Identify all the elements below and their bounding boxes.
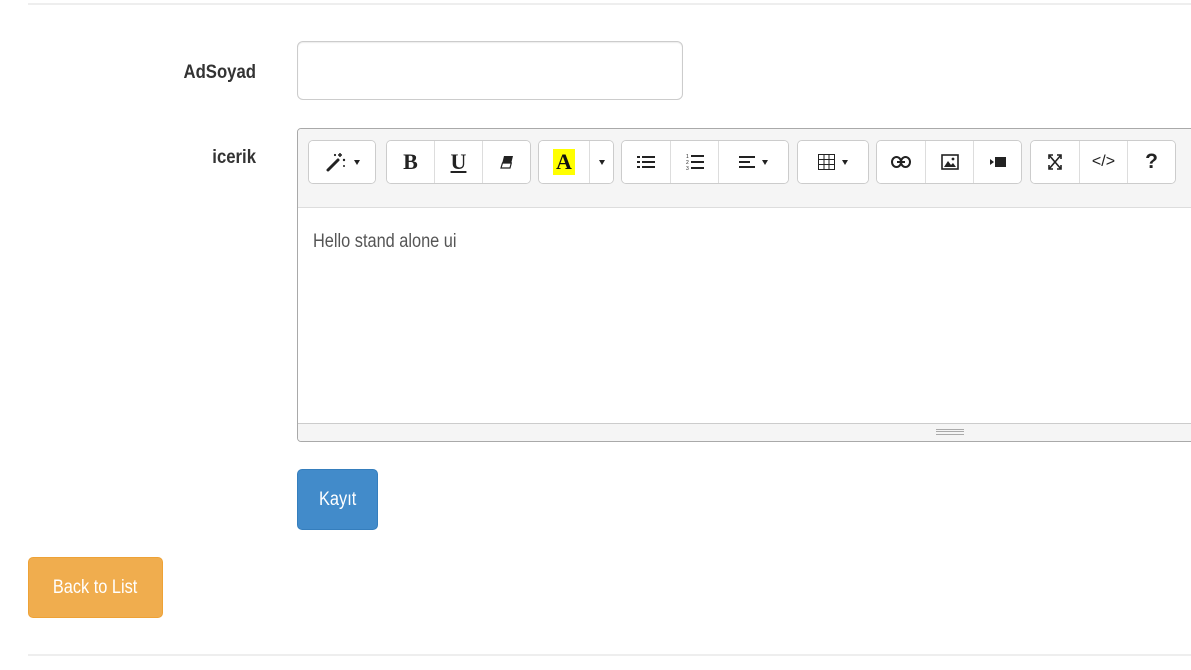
codeview-button[interactable]: </> (1079, 141, 1127, 183)
save-button-label: Kayıt (318, 488, 357, 510)
eraser-icon (499, 154, 515, 170)
resize-handle[interactable] (936, 429, 964, 435)
editor-content-area[interactable]: Hello stand alone ui (298, 208, 1191, 423)
ordered-list-button[interactable]: 1 2 3 (670, 141, 718, 183)
name-input[interactable] (297, 41, 683, 100)
table-group (797, 140, 869, 184)
help-button[interactable]: ? (1127, 141, 1175, 183)
svg-text:3: 3 (686, 166, 689, 171)
style-magic-icon (325, 151, 347, 173)
video-button[interactable] (973, 141, 1021, 183)
link-icon (891, 156, 911, 168)
style-group (308, 140, 376, 184)
editor-toolbar: B U A 1 2 3 </> ? (298, 129, 1191, 208)
unordered-list-button[interactable] (622, 141, 670, 183)
align-left-icon (739, 155, 755, 169)
link-button[interactable] (877, 141, 925, 183)
table-dropdown-button[interactable] (798, 141, 868, 183)
color-group: A (538, 140, 614, 184)
video-icon (989, 156, 1006, 168)
table-icon (818, 154, 835, 170)
font-color-label: A (553, 149, 575, 175)
font-style-group: B U (386, 140, 531, 184)
clear-format-button[interactable] (482, 141, 530, 183)
fullscreen-button[interactable] (1031, 141, 1079, 183)
chevron-down-icon (762, 159, 768, 165)
chevron-down-icon (598, 159, 605, 165)
back-to-list-button[interactable]: Back to List (28, 557, 163, 618)
style-dropdown-button[interactable] (309, 141, 375, 183)
color-button[interactable]: A (539, 141, 589, 183)
save-button[interactable]: Kayıt (297, 469, 378, 530)
editor-statusbar (298, 423, 1191, 441)
list-group: 1 2 3 (621, 140, 789, 184)
bottom-divider (28, 654, 1191, 656)
picture-icon (940, 154, 959, 170)
top-divider (28, 3, 1191, 5)
back-to-list-label: Back to List (53, 576, 138, 598)
rich-text-editor: B U A 1 2 3 </> ? Hello stand alone ui (297, 128, 1191, 442)
color-dropdown-button[interactable] (589, 141, 613, 183)
list-ol-icon: 1 2 3 (686, 153, 704, 171)
underline-button[interactable]: U (434, 141, 482, 183)
name-label: AdSoyad (183, 62, 256, 83)
view-group: </> ? (1030, 140, 1176, 184)
paragraph-dropdown-button[interactable] (718, 141, 788, 183)
list-ul-icon (637, 154, 655, 170)
editor-content-text: Hello stand alone ui (313, 231, 457, 252)
chevron-down-icon (842, 159, 848, 165)
fullscreen-icon (1047, 153, 1063, 171)
chevron-down-icon (353, 159, 360, 165)
bold-button[interactable]: B (387, 141, 434, 183)
page: AdSoyad icerik B U A 1 2 3 </> ? Hello s… (0, 0, 1191, 670)
content-label: icerik (212, 147, 256, 168)
picture-button[interactable] (925, 141, 973, 183)
insert-group (876, 140, 1022, 184)
